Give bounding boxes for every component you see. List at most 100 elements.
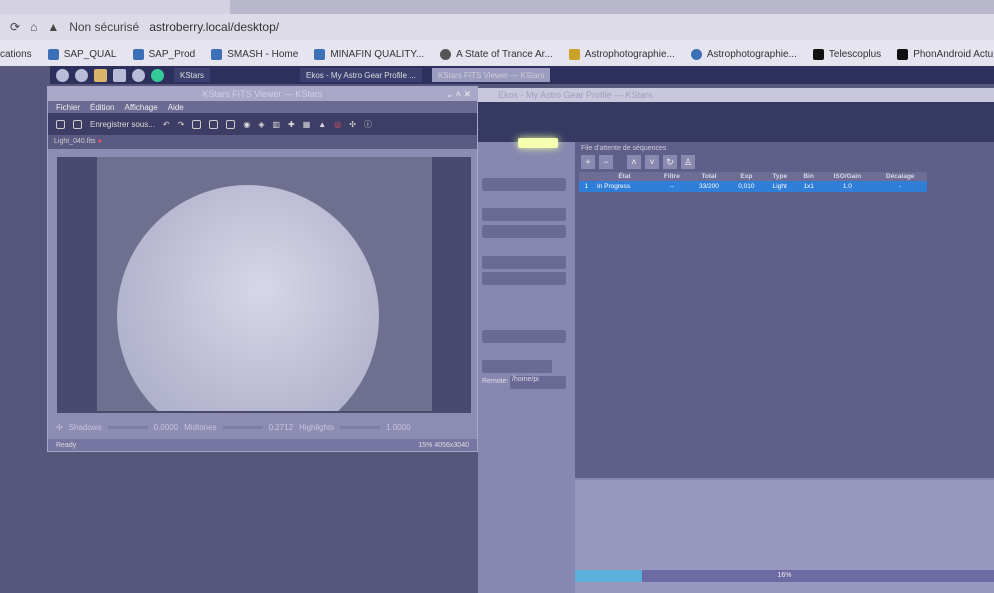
stretch-icon[interactable]: ◈ (258, 120, 264, 129)
menu-edition[interactable]: Édition (90, 103, 114, 112)
eye-icon[interactable]: ◉ (243, 120, 250, 129)
col-iso[interactable]: ISO/Gain (821, 172, 874, 181)
grid-icon[interactable]: ▦ (303, 120, 311, 129)
zoom-fit-icon[interactable] (226, 119, 236, 129)
crosshair-icon[interactable]: ✚ (288, 120, 295, 129)
col-index (579, 172, 594, 181)
task-ekos[interactable]: Ekos - My Astro Gear Profile ... (300, 68, 422, 82)
bookmark[interactable]: Astrophotographie... (568, 48, 675, 60)
setting-field[interactable] (482, 256, 566, 269)
address-bar[interactable]: ⟳ ⌂ ▲ Non sécurisé astroberry.local/desk… (0, 14, 994, 40)
security-label: Non sécurisé (69, 20, 140, 34)
telescope-icon[interactable] (132, 68, 145, 82)
col-decalage[interactable]: Décalage (873, 172, 927, 181)
cell-etat: In Progress (593, 181, 655, 192)
browser-icon[interactable] (75, 68, 88, 82)
bookmark[interactable]: MINAFIN QUALITY... (314, 48, 425, 60)
menu-fichier[interactable]: Fichier (56, 103, 80, 112)
bookmark-icon (314, 48, 326, 60)
stars-icon[interactable]: ✣ (349, 120, 356, 129)
window-title: KStars FITS Viewer — KStars (202, 89, 323, 99)
save-as-button[interactable]: Enregistrer sous... (90, 120, 155, 129)
open-icon[interactable] (56, 119, 65, 129)
remote-path-field[interactable]: /home/pi (510, 376, 566, 389)
bookmark[interactable]: Astrophotographie... (690, 48, 797, 60)
cell-total: 33/200 (688, 181, 730, 192)
url-text[interactable]: astroberry.local/desktop/ (149, 20, 279, 34)
remove-job-button[interactable]: − (599, 155, 613, 169)
moon-image (117, 185, 379, 411)
move-down-button[interactable]: ˅ (645, 155, 659, 169)
histogram-icon[interactable]: ▥ (272, 120, 280, 129)
save-icon[interactable] (73, 119, 82, 129)
col-exp[interactable]: Exp (729, 172, 764, 181)
browser-tab[interactable] (0, 0, 230, 14)
triangle-icon[interactable]: ▲ (318, 120, 326, 129)
bookmark-icon (211, 48, 223, 60)
app-icon[interactable] (151, 68, 164, 82)
task-kstars[interactable]: KStars (174, 68, 211, 82)
highlights-slider[interactable] (340, 425, 381, 429)
midtones-value[interactable]: 0.2712 (269, 423, 293, 432)
bookmark-label: SAP_Prod (148, 48, 196, 60)
midtones-slider[interactable] (222, 425, 263, 429)
setting-field[interactable] (482, 178, 566, 191)
reload-icon[interactable]: ⟳ (10, 20, 20, 34)
bookmark-label: MINAFIN QUALITY... (330, 48, 425, 60)
bookmark[interactable]: SMASH - Home (211, 48, 298, 60)
bookmark[interactable]: A State of Trance Ar... (440, 48, 553, 60)
undo-icon[interactable]: ↶ (163, 120, 170, 129)
col-etat[interactable]: État (593, 172, 655, 181)
setting-field[interactable] (482, 272, 566, 285)
cell-filtre: -- (654, 181, 689, 192)
setting-field[interactable] (482, 208, 566, 221)
menu-affichage[interactable]: Affichage (124, 103, 157, 112)
home-icon[interactable]: ⌂ (30, 20, 37, 34)
info-icon[interactable]: ⓘ (364, 119, 372, 130)
file-tab[interactable]: Light_040.fits ● (48, 135, 477, 149)
image-area[interactable] (57, 157, 471, 413)
setting-field[interactable] (482, 360, 552, 373)
bookmark[interactable]: SAP_QUAL (47, 48, 117, 60)
bookmark[interactable]: PhonAndroid Actu... (897, 48, 994, 60)
reset-button[interactable]: ↻ (663, 155, 677, 169)
add-job-button[interactable]: + (581, 155, 595, 169)
table-row[interactable]: 1 In Progress -- 33/200 0,010 Light 1x1 … (579, 181, 927, 192)
close-tab-icon[interactable]: ● (98, 138, 102, 145)
bookmark[interactable]: cations (0, 49, 32, 60)
bookmark[interactable]: SAP_Prod (132, 48, 196, 60)
col-type[interactable]: Type (763, 172, 796, 181)
terminal-icon[interactable] (113, 68, 126, 82)
bookmark-icon (812, 48, 824, 60)
bookmark-label: SAP_QUAL (63, 48, 117, 60)
target-icon[interactable]: ◎ (334, 120, 341, 129)
window-controls[interactable]: ⌄ ˄ ✕ (446, 87, 471, 101)
folder-icon[interactable] (94, 68, 107, 82)
sequence-queue: File d'attente de séquences + − ˄ ˅ ↻ ♙ … (575, 142, 994, 478)
window-title: Ekos - My Astro Gear Profile — KStars (498, 90, 653, 100)
stretch-toggle-icon[interactable]: ✣ (56, 423, 63, 432)
window-title-bar[interactable]: KStars FITS Viewer — KStars ⌄ ˄ ✕ (48, 87, 477, 101)
sequence-table: État Filtre Total Exp Type Bin ISO/Gain … (579, 172, 927, 192)
table-header: État Filtre Total Exp Type Bin ISO/Gain … (579, 172, 927, 181)
menu-aide[interactable]: Aide (168, 103, 184, 112)
col-filtre[interactable]: Filtre (654, 172, 689, 181)
zoom-out-icon[interactable] (209, 119, 219, 129)
zoom-in-icon[interactable] (192, 119, 202, 129)
move-up-button[interactable]: ˄ (627, 155, 641, 169)
highlights-value[interactable]: 1.0000 (386, 423, 410, 432)
user-button[interactable]: ♙ (681, 155, 695, 169)
cell-decalage: - (873, 181, 927, 192)
redo-icon[interactable]: ↷ (178, 120, 185, 129)
menu-icon[interactable] (56, 68, 69, 82)
col-total[interactable]: Total (688, 172, 730, 181)
window-title-bar[interactable]: Ekos - My Astro Gear Profile — KStars (478, 88, 994, 102)
bookmark-icon (690, 48, 702, 60)
task-fits-viewer[interactable]: KStars FITS Viewer — KStars (431, 68, 551, 82)
shadows-value[interactable]: 0.0000 (154, 423, 178, 432)
bookmark[interactable]: Telescoplus (812, 48, 881, 60)
setting-field[interactable] (482, 330, 566, 343)
setting-field[interactable] (482, 225, 566, 238)
col-bin[interactable]: Bin (795, 172, 822, 181)
shadows-slider[interactable] (107, 425, 148, 429)
